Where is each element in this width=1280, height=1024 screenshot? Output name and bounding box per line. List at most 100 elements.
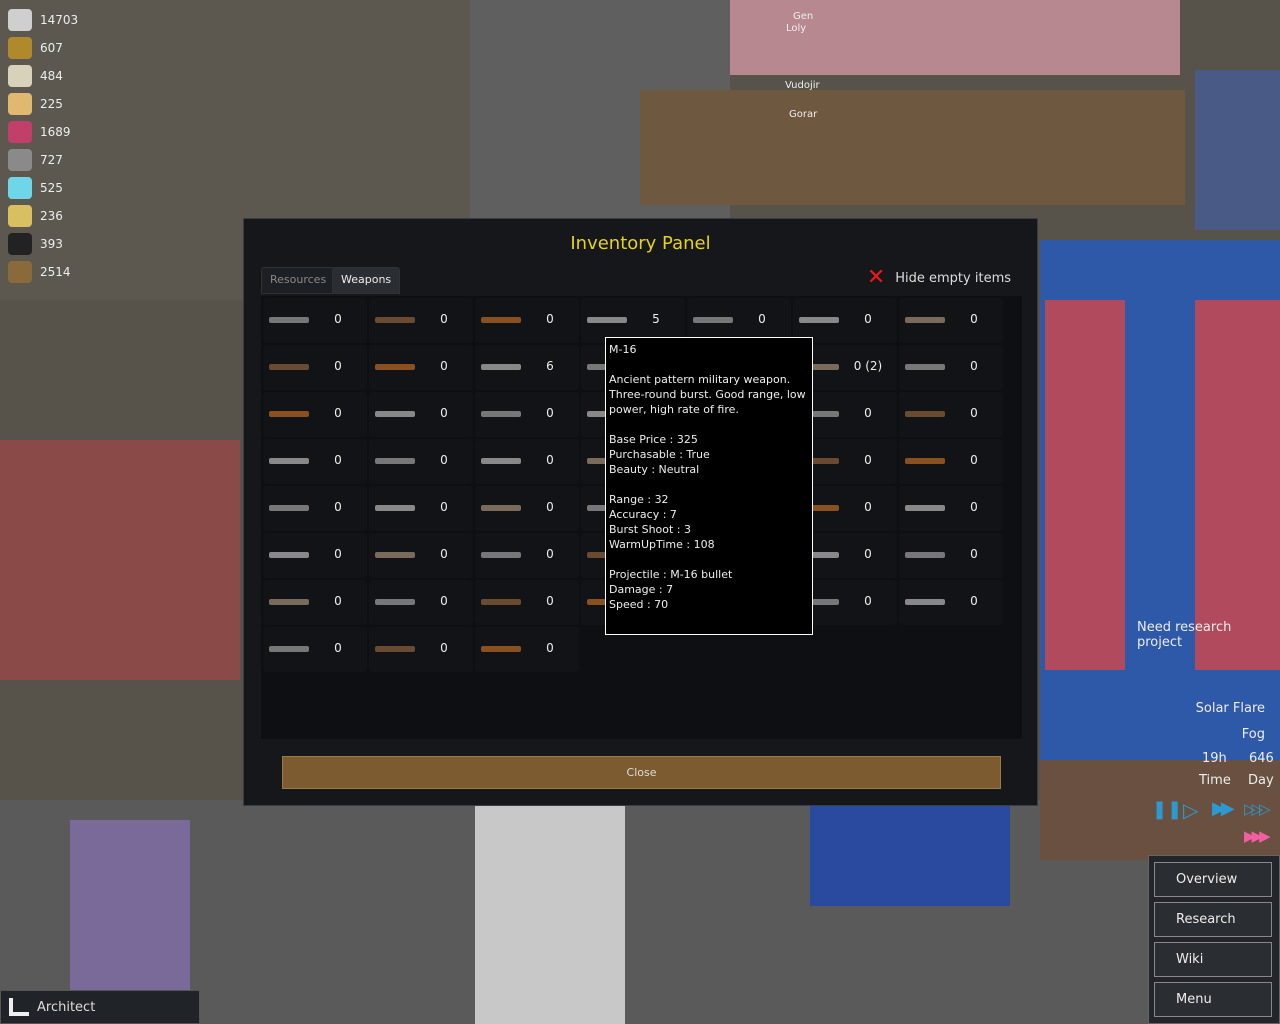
resource-count: 2514: [40, 265, 71, 279]
weapon-count: 0: [970, 547, 978, 561]
research-status[interactable]: Need research project: [1137, 620, 1280, 650]
weapon-icon: [269, 646, 309, 652]
weapon-count: 0: [546, 406, 554, 420]
weapon-cell[interactable]: 0: [899, 580, 1003, 625]
time-label: Time: [1199, 773, 1231, 788]
weapon-cell[interactable]: 0: [369, 627, 473, 672]
weapon-icon: [905, 458, 945, 464]
weapon-cell[interactable]: 0: [263, 533, 367, 578]
colonist-label[interactable]: Gorar: [789, 109, 817, 120]
weapon-cell[interactable]: 0: [369, 580, 473, 625]
play-superfast-icon[interactable]: ▷▷▷: [1244, 800, 1271, 818]
tooltip-name: M-16: [609, 343, 637, 356]
condition-solar-flare[interactable]: Solar Flare: [1196, 701, 1265, 716]
weapon-cell[interactable]: 0: [899, 345, 1003, 390]
weapon-cell[interactable]: 0: [475, 439, 579, 484]
weapon-cell[interactable]: 0: [263, 627, 367, 672]
resource-count: 236: [40, 209, 63, 223]
weapon-cell[interactable]: 0: [263, 345, 367, 390]
weapon-count: 0: [546, 594, 554, 608]
stone-icon: [8, 149, 32, 171]
tab-weapons[interactable]: Weapons: [332, 267, 401, 294]
resource-item[interactable]: 607: [8, 34, 63, 62]
weapon-cell[interactable]: 0: [899, 392, 1003, 437]
resource-item[interactable]: 236: [8, 202, 63, 230]
weapon-cell[interactable]: 0: [475, 533, 579, 578]
weapon-count: 0: [546, 453, 554, 467]
play-normal-icon[interactable]: ▷: [1183, 798, 1198, 822]
weapon-cell[interactable]: 0: [899, 298, 1003, 343]
weapon-icon: [905, 411, 945, 417]
resource-count: 1689: [40, 125, 71, 139]
weapon-count: 0: [334, 453, 342, 467]
x-checkbox-icon[interactable]: ✕: [867, 267, 885, 289]
weapon-count: 0: [970, 594, 978, 608]
colonist-label[interactable]: Gen: [793, 11, 813, 22]
weapon-cell[interactable]: 0: [475, 580, 579, 625]
weapon-cell[interactable]: 0: [263, 392, 367, 437]
weapon-cell[interactable]: 0: [475, 627, 579, 672]
weapon-cell[interactable]: 0: [899, 486, 1003, 531]
resource-item[interactable]: 2514: [8, 258, 71, 286]
hide-empty-toggle[interactable]: ✕ Hide empty items: [867, 267, 1011, 289]
weapon-count: 0: [970, 312, 978, 326]
weapon-icon: [375, 646, 415, 652]
weapon-cell[interactable]: 0: [369, 345, 473, 390]
weapon-cell[interactable]: 0: [475, 486, 579, 531]
architect-button[interactable]: Architect: [0, 990, 200, 1024]
weapon-count: 0: [970, 500, 978, 514]
close-button[interactable]: Close: [282, 756, 1001, 789]
weapon-cell[interactable]: 0: [263, 298, 367, 343]
weapon-count: 0: [440, 594, 448, 608]
weapon-count: 0 (2): [853, 359, 883, 373]
colonist-label[interactable]: Loly: [786, 23, 806, 34]
weapon-cell[interactable]: 0: [369, 533, 473, 578]
weapon-cell[interactable]: 0: [369, 486, 473, 531]
weapon-count: 0: [970, 453, 978, 467]
resource-item[interactable]: 14703: [8, 6, 78, 34]
weapon-icon: [269, 552, 309, 558]
resource-item[interactable]: 484: [8, 62, 63, 90]
weapon-count: 0: [970, 406, 978, 420]
weapon-cell[interactable]: 0: [369, 439, 473, 484]
silver-icon: [8, 9, 32, 31]
resource-item[interactable]: 393: [8, 230, 63, 258]
resource-item[interactable]: 727: [8, 146, 63, 174]
weapon-cell[interactable]: 0: [475, 392, 579, 437]
weapon-cell[interactable]: 0: [263, 439, 367, 484]
weapon-cell[interactable]: 6: [475, 345, 579, 390]
weapon-count: 0: [970, 359, 978, 373]
play-ultrafast-icon[interactable]: ▶▶▶: [1244, 827, 1271, 845]
weapon-cell[interactable]: 0: [369, 392, 473, 437]
play-fast-icon[interactable]: ▶▶: [1212, 798, 1235, 819]
weapon-cell[interactable]: 0: [899, 439, 1003, 484]
menu-button-overview[interactable]: Overview: [1154, 862, 1272, 897]
resource-count: 727: [40, 153, 63, 167]
condition-fog[interactable]: Fog: [1242, 727, 1265, 742]
pause-icon[interactable]: ❚❚: [1152, 799, 1182, 820]
weapon-cell[interactable]: 0: [899, 533, 1003, 578]
weapon-count: 0: [546, 500, 554, 514]
weapon-cell[interactable]: 0: [369, 298, 473, 343]
menu-button-research[interactable]: Research: [1154, 902, 1272, 937]
colonist-label[interactable]: Vudojir: [785, 80, 820, 91]
weapon-cell[interactable]: 0: [263, 486, 367, 531]
weapon-cell[interactable]: 0: [475, 298, 579, 343]
weapon-icon: [481, 364, 521, 370]
menu-button-wiki[interactable]: Wiki: [1154, 942, 1272, 977]
weapon-icon: [375, 458, 415, 464]
weapon-count: 0: [864, 453, 872, 467]
resource-item[interactable]: 225: [8, 90, 63, 118]
cloth-icon: [8, 233, 32, 255]
resource-item[interactable]: 525: [8, 174, 63, 202]
day-label: Day: [1248, 773, 1274, 788]
menu-button-menu[interactable]: Menu: [1154, 982, 1272, 1017]
weapon-icon: [481, 552, 521, 558]
weapon-count: 0: [334, 500, 342, 514]
resource-item[interactable]: 1689: [8, 118, 71, 146]
weapon-count: 0: [334, 547, 342, 561]
weapon-icon: [375, 552, 415, 558]
weapon-cell[interactable]: 0: [263, 580, 367, 625]
tab-resources[interactable]: Resources: [261, 267, 336, 294]
weapon-count: 0: [440, 359, 448, 373]
